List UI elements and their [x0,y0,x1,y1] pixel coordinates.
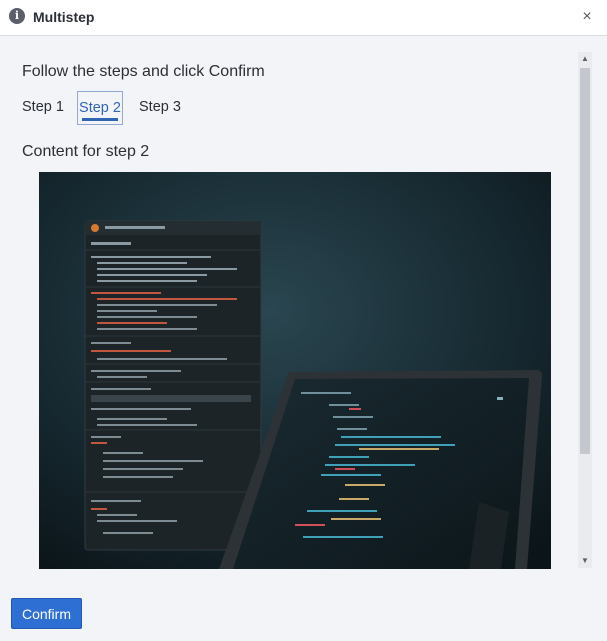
tab-step-3[interactable]: Step 3 [139,91,183,125]
dialog-title: Multistep [33,9,95,25]
tab-step-2-label: Step 2 [79,100,121,116]
confirm-button[interactable]: Confirm [11,598,82,629]
step-image [39,172,551,569]
vertical-scrollbar[interactable]: ▲ ▼ [578,52,592,568]
tab-step-1[interactable]: Step 1 [22,91,66,125]
dialog-content: Follow the steps and click Confirm Step … [0,37,607,577]
info-icon: i [9,8,25,24]
close-icon[interactable]: × [579,8,595,26]
multistep-dialog: i Multistep × Follow the steps and click… [0,0,607,641]
dialog-titlebar: i Multistep × [0,0,607,36]
instruction-text: Follow the steps and click Confirm [22,63,265,80]
tab-step-2[interactable]: Step 2 [77,91,123,125]
scroll-down-icon[interactable]: ▼ [578,554,592,568]
scroll-up-icon[interactable]: ▲ [578,52,592,66]
code-photo-illustration [39,172,551,569]
step-content-heading: Content for step 2 [22,143,150,160]
tab-selected-indicator [82,118,118,121]
scroll-thumb[interactable] [580,68,590,454]
